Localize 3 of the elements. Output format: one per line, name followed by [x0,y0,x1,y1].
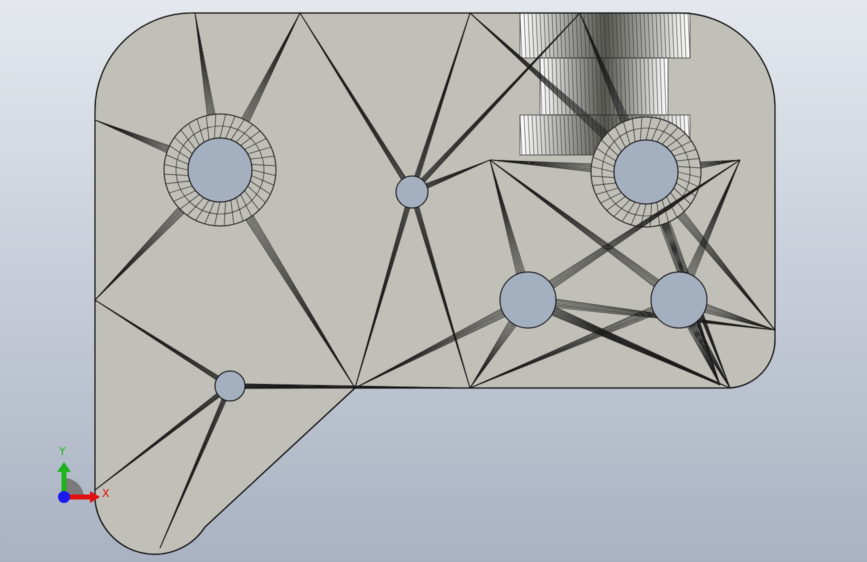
x-axis-label: X [102,487,110,500]
axis-triad-icon [57,462,100,503]
y-axis-label: Y [59,445,66,458]
